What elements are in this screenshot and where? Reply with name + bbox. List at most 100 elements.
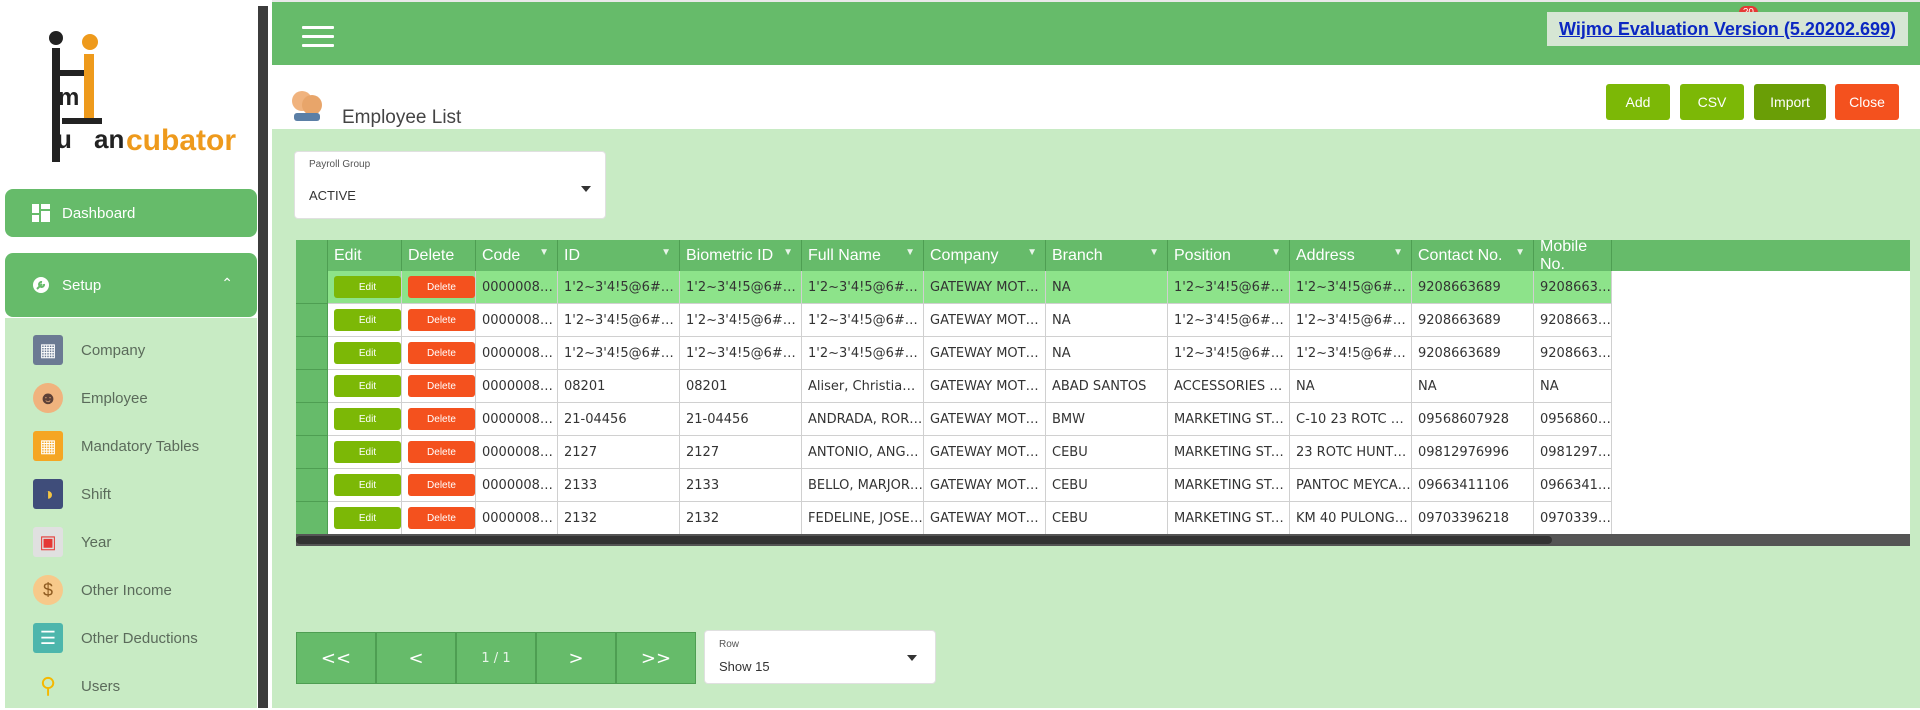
sidebar-item-shift[interactable]: ◑ Shift [5, 470, 257, 518]
table-cell-branch[interactable]: NA [1046, 271, 1168, 304]
delete-button[interactable]: Delete [408, 408, 475, 430]
table-row[interactable]: Edit Delete 0000008204 1'2~3'4!5@6#7$8%... 1… [296, 304, 1612, 337]
edit-button[interactable]: Edit [334, 375, 401, 397]
column-header[interactable]: Contact No. ▼ [1412, 240, 1534, 271]
table-cell-position[interactable]: MARKETING STAFF [1168, 502, 1290, 535]
table-cell-mobile[interactable]: NA [1534, 370, 1612, 403]
csv-button[interactable]: CSV [1680, 84, 1744, 120]
row-header[interactable] [296, 469, 328, 502]
column-header[interactable]: Biometric ID ▼ [680, 240, 802, 271]
table-cell-contact[interactable]: 9208663689 [1412, 304, 1534, 337]
table-cell-address[interactable]: 1'2~3'4!5@6#7$8%... [1290, 271, 1412, 304]
table-cell-position[interactable]: MARKETING STAFF [1168, 436, 1290, 469]
rows-per-page-select[interactable]: Row Show 15 [704, 630, 936, 684]
filter-icon[interactable]: ▼ [661, 247, 671, 258]
table-cell-code[interactable]: 0000008194 [476, 469, 558, 502]
sidebar-scrollbar[interactable] [258, 6, 268, 708]
row-header[interactable] [296, 370, 328, 403]
edit-button[interactable]: Edit [334, 441, 401, 463]
table-cell-bio[interactable]: 08201 [680, 370, 802, 403]
first-page-button[interactable]: << [296, 632, 376, 684]
table-cell-name[interactable]: 1'2~3'4!5@6#7$8%... [802, 337, 924, 370]
table-cell-contact[interactable]: 9208663689 [1412, 337, 1534, 370]
table-row[interactable]: Edit Delete 0000008194 2133 2133 BELLO, MARJO… [296, 469, 1612, 502]
table-cell-address[interactable]: 1'2~3'4!5@6#7$8%... [1290, 337, 1412, 370]
table-row[interactable]: Edit Delete 0000008192 21-04456 21-04456 ANDR… [296, 403, 1612, 436]
table-cell-id[interactable]: 2127 [558, 436, 680, 469]
table-cell-address[interactable]: 23 ROTC HUNTERS ... [1290, 436, 1412, 469]
filter-icon[interactable]: ▼ [539, 247, 549, 258]
table-row[interactable]: Edit Delete 0000008201 08201 08201 Aliser, Ch… [296, 370, 1612, 403]
table-cell-name[interactable]: 1'2~3'4!5@6#7$8%... [802, 271, 924, 304]
sidebar-item-users[interactable]: ⚲ Users [5, 662, 257, 710]
table-row[interactable]: Edit Delete 0000008191 2127 2127 ANTONIO, ANG… [296, 436, 1612, 469]
table-cell-bio[interactable]: 1'2~3'4!5@6#7$8%... [680, 337, 802, 370]
filter-icon[interactable]: ▼ [1393, 247, 1403, 258]
table-cell-mobile[interactable]: 9208663689 [1534, 337, 1612, 370]
table-cell-code[interactable]: 0000008203 [476, 271, 558, 304]
table-cell-name[interactable]: Aliser, Christian Jake [802, 370, 924, 403]
sidebar-item-dashboard[interactable]: Dashboard [5, 189, 257, 237]
filter-icon[interactable]: ▼ [1271, 247, 1281, 258]
delete-button[interactable]: Delete [408, 309, 475, 331]
table-cell-name[interactable]: ANDRADA, ROREBE... [802, 403, 924, 436]
table-cell-contact[interactable]: 09812976996 [1412, 436, 1534, 469]
table-cell-position[interactable]: 1'2~3'4!5@6#7$8%... [1168, 304, 1290, 337]
filter-icon[interactable]: ▼ [1149, 247, 1159, 258]
table-cell-mobile[interactable]: 09663411106 [1534, 469, 1612, 502]
table-cell-name[interactable]: BELLO, MARJORIE C... [802, 469, 924, 502]
table-cell-company[interactable]: GATEWAY MOTORS ... [924, 403, 1046, 436]
row-header[interactable] [296, 304, 328, 337]
table-cell-code[interactable]: 0000008195 [476, 502, 558, 535]
table-cell-id[interactable]: 08201 [558, 370, 680, 403]
table-cell-name[interactable]: 1'2~3'4!5@6#7$8%... [802, 304, 924, 337]
delete-button[interactable]: Delete [408, 375, 475, 397]
table-cell-branch[interactable]: NA [1046, 337, 1168, 370]
column-header[interactable]: Delete [402, 240, 476, 271]
table-row[interactable]: Edit Delete 0000008195 2132 2132 FEDELINE, JO… [296, 502, 1612, 535]
table-cell-branch[interactable]: CEBU [1046, 502, 1168, 535]
column-header[interactable]: Mobile No. [1534, 240, 1612, 273]
table-cell-company[interactable]: GATEWAY MOTORS ... [924, 370, 1046, 403]
table-cell-branch[interactable]: BMW [1046, 403, 1168, 436]
table-cell-mobile[interactable]: 09703396218 [1534, 502, 1612, 535]
table-cell-address[interactable]: C-10 23 ROTC HUN... [1290, 403, 1412, 436]
edit-button[interactable]: Edit [334, 342, 401, 364]
column-header[interactable]: ID ▼ [558, 240, 680, 271]
table-cell-company[interactable]: GATEWAY MOTORS ... [924, 469, 1046, 502]
table-cell-bio[interactable]: 2132 [680, 502, 802, 535]
table-cell-branch[interactable]: CEBU [1046, 436, 1168, 469]
table-cell-address[interactable]: KM 40 PULONG BU... [1290, 502, 1412, 535]
column-header[interactable]: Branch ▼ [1046, 240, 1168, 271]
edit-button[interactable]: Edit [334, 309, 401, 331]
delete-button[interactable]: Delete [408, 507, 475, 529]
table-row[interactable]: Edit Delete 0000008203 1'2~3'4!5@6#7$8%... 1… [296, 271, 1612, 304]
table-cell-id[interactable]: 2133 [558, 469, 680, 502]
close-button[interactable]: Close [1835, 84, 1899, 120]
table-cell-id[interactable]: 1'2~3'4!5@6#7$8%... [558, 304, 680, 337]
filter-icon[interactable]: ▼ [1027, 247, 1037, 258]
table-cell-branch[interactable]: ABAD SANTOS [1046, 370, 1168, 403]
table-cell-code[interactable]: 0000008192 [476, 403, 558, 436]
table-cell-position[interactable]: ACCESSORIES SALES [1168, 370, 1290, 403]
evaluation-link[interactable]: Wijmo Evaluation Version (5.20202.699) [1559, 19, 1896, 40]
edit-button[interactable]: Edit [334, 474, 401, 496]
table-cell-mobile[interactable]: 09812976996 [1534, 436, 1612, 469]
table-cell-company[interactable]: GATEWAY MOTORS ... [924, 436, 1046, 469]
table-cell-position[interactable]: 1'2~3'4!5@6#7$8%... [1168, 271, 1290, 304]
row-header[interactable] [296, 271, 328, 304]
table-cell-bio[interactable]: 1'2~3'4!5@6#7$8%... [680, 271, 802, 304]
table-cell-contact[interactable]: 09703396218 [1412, 502, 1534, 535]
table-cell-name[interactable]: ANTONIO, ANGEL R... [802, 436, 924, 469]
row-header[interactable] [296, 337, 328, 370]
filter-icon[interactable]: ▼ [905, 247, 915, 258]
sidebar-item-employee[interactable]: ☻ Employee [5, 374, 257, 422]
column-header[interactable]: Code ▼ [476, 240, 558, 271]
sidebar-item-other-deductions[interactable]: ☰ Other Deductions [5, 614, 257, 662]
table-cell-name[interactable]: FEDELINE, JOSEPHI... [802, 502, 924, 535]
table-cell-bio[interactable]: 1'2~3'4!5@6#7$8%... [680, 304, 802, 337]
table-cell-branch[interactable]: CEBU [1046, 469, 1168, 502]
scrollbar-thumb[interactable] [296, 536, 1552, 544]
table-cell-bio[interactable]: 2133 [680, 469, 802, 502]
sidebar-item-mandatory-tables[interactable]: ▦ Mandatory Tables [5, 422, 257, 470]
